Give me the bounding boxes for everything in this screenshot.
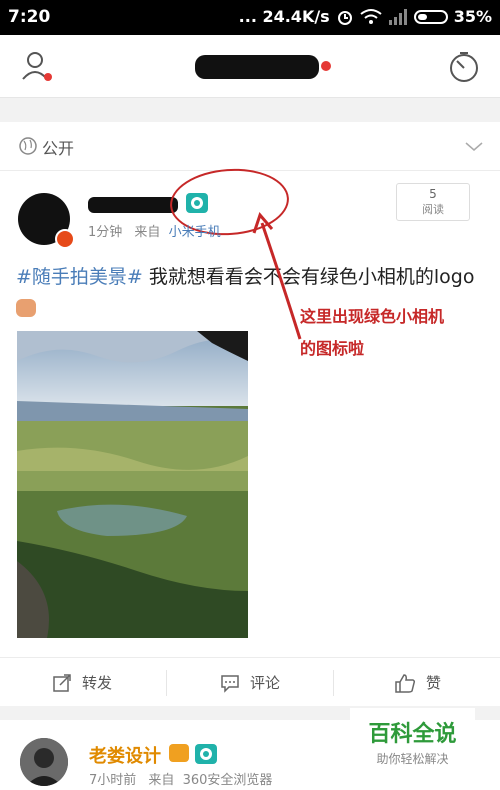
like-label: 赞 xyxy=(426,674,442,692)
notification-dot xyxy=(321,61,331,71)
status-right: ... 24.4K/s 35% xyxy=(239,7,492,26)
status-time: 7:20 xyxy=(8,7,51,27)
source-link[interactable]: 小米手机 xyxy=(169,225,221,240)
battery-percent: 35% xyxy=(453,7,492,26)
battery-icon xyxy=(413,9,448,24)
watermark: 百科全说 助你轻松解决 xyxy=(350,708,475,770)
like-button[interactable]: 赞 xyxy=(394,658,441,707)
post-card: 1分钟 来自 小米手机 5 阅读 #随手拍美景# 我就想看看会不会有绿色小相机的… xyxy=(0,164,500,707)
comment-label: 评论 xyxy=(250,674,281,692)
action-divider xyxy=(333,670,334,696)
comment-icon xyxy=(221,674,239,693)
user-icon[interactable] xyxy=(20,49,54,83)
top-navbar xyxy=(0,35,500,98)
camera-icon xyxy=(195,744,217,764)
annotation-line-2: 的图标啦 xyxy=(300,339,365,358)
hashtag-link[interactable]: #随手拍美景# xyxy=(16,266,143,288)
watermark-title: 百科全说 xyxy=(368,722,457,747)
vip-badge-icon xyxy=(169,744,189,762)
read-count: 5 xyxy=(429,187,437,201)
repost-label: 转发 xyxy=(82,674,113,692)
post-meta: 1分钟 来自 小米手机 xyxy=(88,221,221,240)
globe-icon xyxy=(19,137,37,155)
avatar-2[interactable] xyxy=(20,738,68,786)
nav-title-redacted xyxy=(195,55,319,79)
post2-time: 7小时前 xyxy=(89,773,137,788)
source-prefix: 来自 xyxy=(134,225,161,240)
thumbs-up-icon xyxy=(395,673,416,693)
annotation-line-1: 这里出现绿色小相机 xyxy=(300,307,445,326)
action-bar: 转发 评论 赞 xyxy=(0,657,500,707)
annotation-text: 这里出现绿色小相机 的图标啦 xyxy=(300,301,480,365)
repost-icon xyxy=(53,673,71,692)
username-2[interactable]: 老娄设计 xyxy=(89,742,161,768)
chevron-down-icon[interactable] xyxy=(464,136,484,156)
avatar-badge xyxy=(55,229,75,249)
post-meta-2: 7小时前 来自 360安全浏览器 xyxy=(89,769,272,788)
signal-icon xyxy=(388,8,407,25)
post-time: 1分钟 xyxy=(88,225,123,240)
read-count-box: 5 阅读 xyxy=(396,183,470,221)
emoji-icon xyxy=(16,299,36,317)
watermark-subtitle: 助你轻松解决 xyxy=(376,752,449,766)
visibility-bar[interactable]: 公开 xyxy=(0,122,500,171)
visibility-label: 公开 xyxy=(42,139,75,158)
alarm-icon xyxy=(337,10,352,25)
post-photo[interactable] xyxy=(17,331,248,638)
username-redacted[interactable] xyxy=(88,197,178,213)
read-label: 阅读 xyxy=(422,203,444,216)
avatar-photo xyxy=(20,738,68,786)
network-speed: ... 24.4K/s xyxy=(238,7,330,26)
repost-button[interactable]: 转发 xyxy=(52,658,112,707)
comment-button[interactable]: 评论 xyxy=(220,658,280,707)
timer-icon[interactable] xyxy=(447,49,481,83)
post2-source-prefix: 来自 xyxy=(148,773,175,788)
action-divider xyxy=(166,670,167,696)
wifi-icon xyxy=(360,8,382,24)
status-bar: 7:20 ... 24.4K/s 35% xyxy=(0,0,500,35)
post2-source: 360安全浏览器 xyxy=(182,773,273,788)
